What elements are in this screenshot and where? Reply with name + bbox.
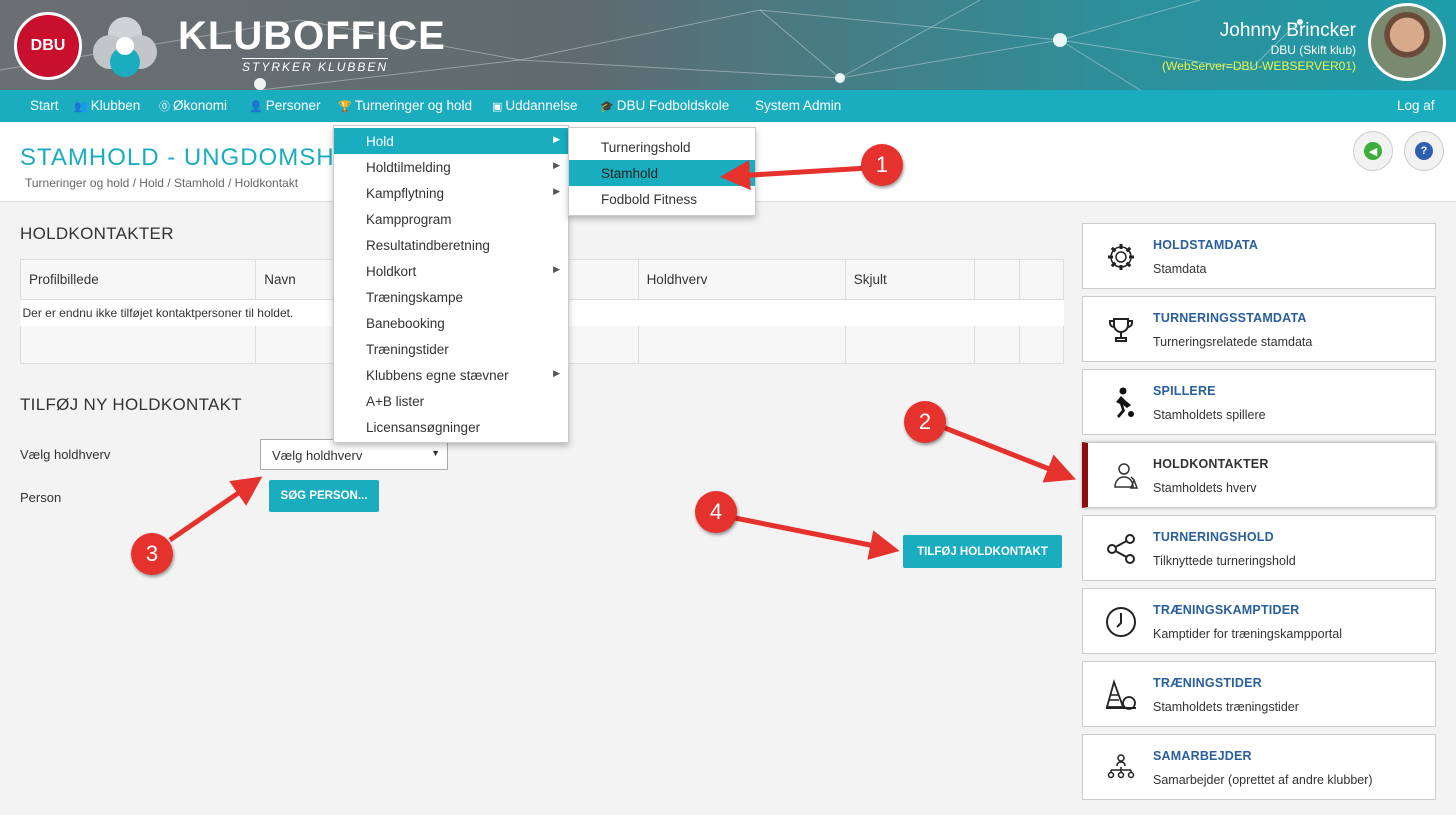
annotation-badge-2: 2	[904, 401, 946, 443]
nav-oekonomi[interactable]: ⓪ Økonomi	[159, 98, 227, 114]
avatar[interactable]	[1368, 3, 1446, 81]
chevron-right-icon: ▶	[553, 368, 560, 378]
nav-uddannelse[interactable]: ▣ Uddannelse	[492, 98, 577, 113]
menu-item-holdkort[interactable]: Holdkort ▶	[334, 258, 568, 284]
menu-item-resultatindberetning[interactable]: Resultatindberetning	[334, 232, 568, 258]
arrow-4	[734, 515, 900, 560]
card-traeningstider[interactable]: TRÆNINGSTIDER Stamholdets træningstider	[1082, 661, 1436, 727]
gear-icon	[1103, 241, 1139, 273]
brand-name: KLUBOFFICE	[178, 14, 446, 58]
help-icon: ?	[1415, 142, 1433, 160]
add-contact-button[interactable]: TILFØJ HOLDKONTAKT	[903, 535, 1062, 568]
menu-item-licensansoegninger[interactable]: Licensansøgninger	[334, 414, 568, 440]
chevron-right-icon: ▶	[553, 264, 560, 274]
holdkontakter-title: HOLDKONTAKTER	[20, 224, 174, 243]
club-logo	[93, 17, 157, 77]
group-icon: 👥	[74, 101, 88, 113]
search-person-button[interactable]: SØG PERSON...	[269, 480, 379, 512]
back-arrow-icon: ◀	[1364, 142, 1382, 160]
hold-submenu: Turneringshold Stamhold Fodbold Fitness	[568, 127, 756, 216]
arrow-3	[168, 476, 263, 543]
page-title: STAMHOLD - UNGDOMSH	[20, 144, 335, 171]
trophy-icon	[1103, 314, 1139, 346]
share-icon	[1103, 533, 1139, 565]
annotation-badge-3: 3	[131, 533, 173, 575]
col-empty-2	[973, 259, 1020, 300]
back-button[interactable]: ◀	[1353, 131, 1393, 171]
col-empty-3	[1018, 259, 1065, 300]
person-label: Person	[20, 490, 62, 505]
menu-item-kampprogram[interactable]: Kampprogram	[334, 206, 568, 232]
menu-item-traeningstider[interactable]: Træningstider	[334, 336, 568, 362]
person-icon: 👤	[249, 101, 263, 113]
menu-item-ab-lister[interactable]: A+B lister	[334, 388, 568, 414]
server-info: (WebServer=DBU-WEBSERVER01)	[1162, 59, 1356, 73]
user-name: Johnny Brincker	[1219, 20, 1356, 41]
logout-link[interactable]: Log af	[1397, 98, 1435, 113]
graduation-cap-icon: 🎓	[600, 101, 614, 113]
menu-item-egne-staevner[interactable]: Klubbens egne stævner ▶	[334, 362, 568, 388]
menu-item-hold[interactable]: Hold ▶	[334, 128, 568, 154]
dropdown-arrow-icon: ▼	[431, 448, 440, 458]
annotation-badge-1: 1	[861, 144, 903, 186]
cone-ball-icon	[1103, 679, 1139, 711]
nav-fodboldskole[interactable]: 🎓 DBU Fodboldskole	[600, 98, 729, 113]
card-traeningskamptider[interactable]: TRÆNINGSKAMPTIDER Kamptider for trænings…	[1082, 588, 1436, 654]
nav-personer[interactable]: 👤 Personer	[249, 98, 320, 113]
card-spillere[interactable]: SPILLERE Stamholdets spillere	[1082, 369, 1436, 435]
menu-item-holdtilmelding[interactable]: Holdtilmelding ▶	[334, 154, 568, 180]
card-samarbejder[interactable]: SAMARBEJDER Samarbejder (oprettet af and…	[1082, 734, 1436, 800]
annotation-badge-4: 4	[695, 491, 737, 533]
clock-icon	[1103, 606, 1139, 638]
card-turneringsstamdata[interactable]: TURNERINGSSTAMDATA Turneringsrelatede st…	[1082, 296, 1436, 362]
contact-icon	[1108, 460, 1144, 492]
turneringer-dropdown-menu: Hold ▶ Holdtilmelding ▶ Kampflytning ▶ Kamp…	[333, 125, 569, 443]
player-icon	[1103, 387, 1139, 419]
card-turneringshold[interactable]: TURNERINGSHOLD Tilknyttede turneringshol…	[1082, 515, 1436, 581]
nav-turneringer[interactable]: 🏆 Turneringer og hold	[338, 98, 472, 113]
trophy-nav-icon: 🏆	[338, 101, 352, 113]
role-select[interactable]: Vælg holdhverv ▼	[260, 439, 448, 470]
card-holdkontakter[interactable]: HOLDKONTAKTER Stamholdets hverv	[1082, 442, 1436, 508]
submenu-item-turneringshold[interactable]: Turneringshold	[569, 134, 755, 160]
chevron-right-icon: ▶	[553, 134, 560, 144]
switch-club-link[interactable]: DBU (Skift klub)	[1271, 43, 1356, 57]
chevron-right-icon: ▶	[553, 186, 560, 196]
arrow-2	[944, 425, 1076, 483]
main-navbar: Start 👥 Klubben ⓪ Økonomi 👤 Personer 🏆 Turne…	[0, 90, 1456, 122]
menu-item-traeningskampe[interactable]: Træningskampe	[334, 284, 568, 310]
nav-klubben[interactable]: 👥 Klubben	[74, 98, 140, 113]
add-contact-title: TILFØJ NY HOLDKONTAKT	[20, 395, 242, 414]
chevron-right-icon: ▶	[553, 160, 560, 170]
org-icon	[1103, 752, 1139, 784]
menu-item-kampflytning[interactable]: Kampflytning ▶	[334, 180, 568, 206]
col-skjult[interactable]: Skjult	[844, 259, 975, 300]
card-holdstamdata[interactable]: HOLDSTAMDATA Stamdata	[1082, 223, 1436, 289]
role-label: Vælg holdhverv	[20, 447, 111, 462]
nav-system-admin[interactable]: System Admin	[755, 98, 841, 113]
nav-start[interactable]: Start	[30, 98, 59, 113]
menu-item-banebooking[interactable]: Banebooking	[334, 310, 568, 336]
brand-tagline: STYRKER KLUBBEN	[242, 58, 389, 74]
help-button[interactable]: ?	[1404, 131, 1444, 171]
col-profilbillede[interactable]: Profilbillede	[19, 259, 257, 300]
dbu-logo[interactable]: DBU	[14, 12, 82, 80]
col-holdhverv[interactable]: Holdhverv	[637, 259, 846, 300]
app-header: DBU KLUBOFFICE STYRKER KLUBBEN Johnny Br…	[0, 0, 1456, 90]
submenu-item-fodbold-fitness[interactable]: Fodbold Fitness	[569, 186, 755, 212]
presentation-icon: ▣	[492, 101, 503, 113]
money-icon: ⓪	[159, 101, 170, 113]
submenu-item-stamhold[interactable]: Stamhold	[569, 160, 755, 186]
breadcrumb[interactable]: Turneringer og hold / Hold / Stamhold / …	[25, 176, 298, 190]
